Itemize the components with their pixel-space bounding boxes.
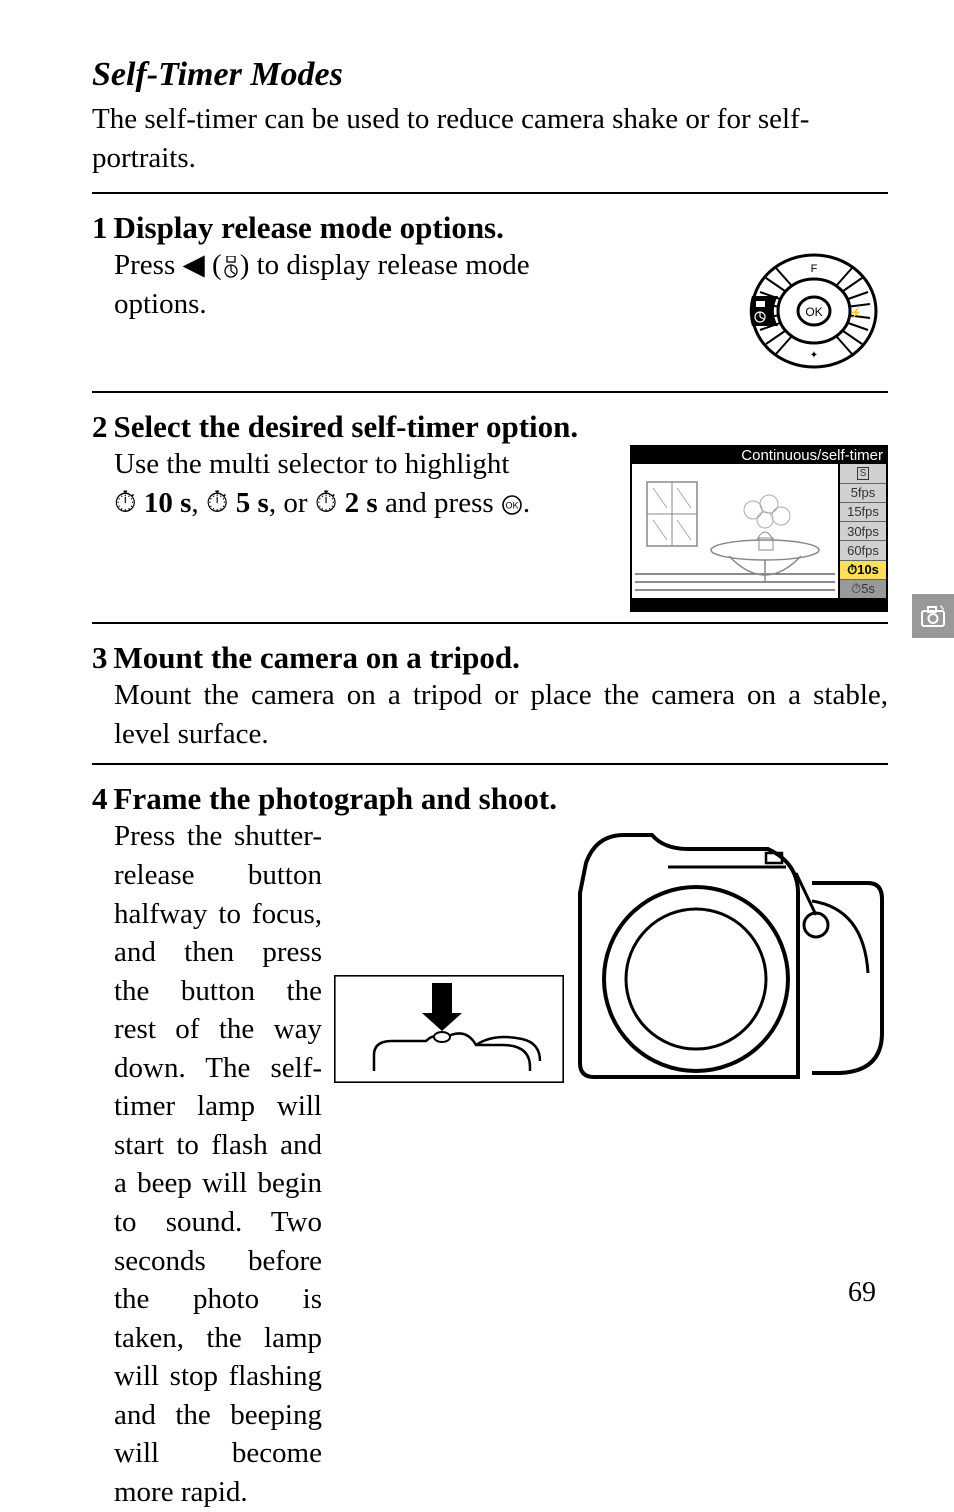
step-3: 3 Mount the camera on a tripod. Mount th… bbox=[92, 640, 888, 753]
intro-text: The self-timer can be used to reduce cam… bbox=[92, 100, 888, 178]
section-title: Self-Timer Modes bbox=[92, 56, 888, 94]
lcd-item-30fps: 30fps bbox=[840, 522, 886, 541]
lcd-item-5s: ⏱5s bbox=[840, 580, 886, 598]
lcd-item-10s: ⏱10s bbox=[840, 561, 886, 580]
side-tab bbox=[912, 594, 954, 638]
step-4-body: Press the shutter-release button halfway… bbox=[114, 817, 322, 1511]
divider bbox=[92, 391, 888, 393]
intro-line2: portraits. bbox=[92, 142, 196, 174]
timer-icon: ⏱ bbox=[114, 487, 137, 519]
lcd-footer bbox=[632, 598, 886, 610]
step-2: 2 Select the desired self-timer option. … bbox=[92, 409, 888, 612]
lcd-title: Continuous/self-timer bbox=[632, 447, 886, 464]
step-1-number: 1 bbox=[92, 210, 108, 246]
step-1-body-line2: options. bbox=[114, 288, 207, 320]
page-number: 69 bbox=[848, 1277, 876, 1309]
sep2: , or bbox=[269, 487, 315, 519]
step-3-body: Mount the camera on a tripod or place th… bbox=[114, 676, 888, 753]
lcd-item-single: S bbox=[840, 464, 886, 483]
tail2: . bbox=[523, 487, 530, 519]
multi-selector-dial-icon: OK F ⚡ ✦ bbox=[718, 246, 888, 376]
lcd-item-60fps: 60fps bbox=[840, 541, 886, 560]
timer-5s: 5 s bbox=[236, 487, 269, 519]
lcd-mode-strip: S 5fps 15fps 30fps 60fps ⏱10s ⏱5s bbox=[838, 464, 886, 598]
step-1-paren-open: ( bbox=[205, 249, 222, 281]
step-4-title: Frame the photograph and shoot. bbox=[114, 781, 558, 817]
svg-text:⚡: ⚡ bbox=[850, 306, 862, 319]
step-1-body-prefix: Press bbox=[114, 249, 182, 281]
step-3-title: Mount the camera on a tripod. bbox=[114, 640, 520, 676]
step-4: 4 Frame the photograph and shoot. Press … bbox=[92, 781, 888, 1511]
timer-10s: 10 s bbox=[144, 487, 192, 519]
timer-2s: 2 s bbox=[345, 487, 378, 519]
step-4-number: 4 bbox=[92, 781, 108, 817]
multi-selector-figure: OK F ⚡ ✦ bbox=[718, 246, 888, 381]
camera-front-icon bbox=[568, 823, 888, 1083]
step-4-figures bbox=[334, 817, 888, 1088]
svg-text:✦: ✦ bbox=[810, 350, 818, 361]
svg-text:OK: OK bbox=[805, 305, 822, 319]
tail: and press bbox=[378, 487, 501, 519]
lcd-scene bbox=[632, 464, 838, 598]
step-3-number: 3 bbox=[92, 640, 108, 676]
divider bbox=[92, 192, 888, 194]
camera-tab-icon bbox=[919, 602, 947, 630]
step-1-title: Display release mode options. bbox=[114, 210, 504, 246]
divider bbox=[92, 763, 888, 765]
lcd-item-5fps: 5fps bbox=[840, 484, 886, 503]
step-1-paren-close: ) to display release mode bbox=[240, 249, 530, 281]
intro-line1: The self-timer can be used to reduce cam… bbox=[92, 103, 809, 135]
left-arrow-icon: ◀ bbox=[182, 249, 204, 281]
timer-icon: ⏱ bbox=[206, 487, 229, 519]
divider bbox=[92, 622, 888, 624]
step-2-title: Select the desired self-timer option. bbox=[114, 409, 579, 445]
step-2-number: 2 bbox=[92, 409, 108, 445]
svg-text:F: F bbox=[811, 263, 818, 275]
lcd-item-15fps: 15fps bbox=[840, 503, 886, 522]
ok-button-icon: OK bbox=[501, 494, 523, 516]
step-2-line1: Use the multi selector to highlight bbox=[114, 448, 509, 480]
lcd-screenshot: Continuous/self-timer bbox=[630, 445, 888, 612]
step-1-body: Press ◀ ( ) to display release mode optio… bbox=[114, 246, 706, 323]
timer-icon: ⏱ bbox=[315, 487, 338, 519]
shutter-press-icon bbox=[334, 975, 564, 1083]
sep1: , bbox=[191, 487, 206, 519]
step-2-body: Use the multi selector to highlight ⏱ 10… bbox=[114, 445, 618, 522]
step-1: 1 Display release mode options. Press ◀ … bbox=[92, 210, 888, 381]
release-mode-icon bbox=[222, 256, 240, 278]
svg-text:OK: OK bbox=[505, 500, 518, 510]
